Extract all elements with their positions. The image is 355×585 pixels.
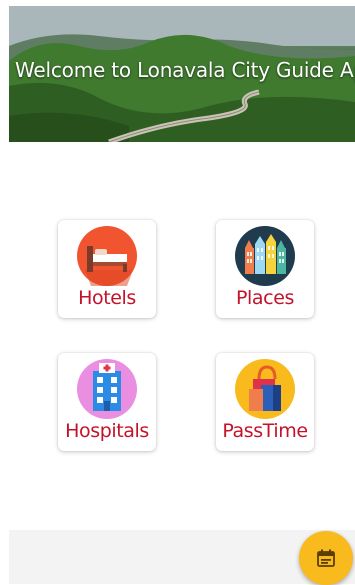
passtime-tile[interactable]: PassTime bbox=[216, 353, 314, 451]
places-tile[interactable]: Places bbox=[216, 220, 314, 318]
header-banner: Welcome to Lonavala City Guide App bbox=[9, 6, 355, 142]
hospitals-tile[interactable]: Hospitals bbox=[58, 353, 156, 451]
passtime-label: PassTime bbox=[222, 420, 308, 442]
banner-title: Welcome to Lonavala City Guide App bbox=[15, 58, 355, 82]
hotels-tile[interactable]: Hotels bbox=[58, 220, 156, 318]
hospital-icon bbox=[77, 359, 137, 419]
hotel-bed-icon bbox=[77, 226, 137, 286]
calendar-fab-button[interactable] bbox=[299, 531, 353, 585]
calendar-icon bbox=[317, 549, 335, 567]
buildings-icon bbox=[235, 226, 295, 286]
places-label: Places bbox=[235, 287, 294, 309]
hotels-label: Hotels bbox=[78, 287, 136, 309]
shopping-bags-icon bbox=[235, 359, 295, 419]
hospitals-label: Hospitals bbox=[65, 420, 149, 442]
